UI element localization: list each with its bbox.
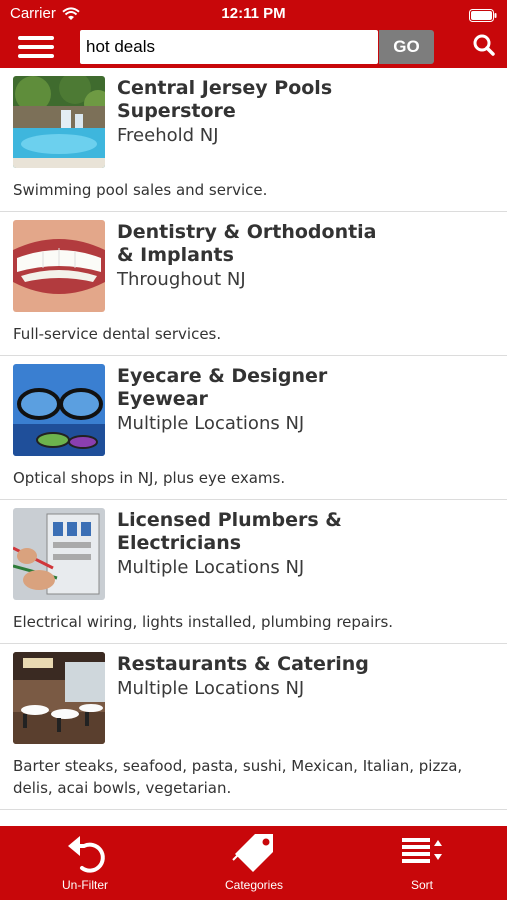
listing-location: Multiple Locations NJ — [117, 557, 305, 578]
listing-title[interactable]: Central Jersey Pools Superstore — [117, 77, 377, 123]
listing-thumbnail-smile — [13, 220, 105, 312]
search-input[interactable] — [86, 30, 372, 64]
status-time: 12:11 PM — [221, 5, 286, 22]
listing-description: Barter steaks, seafood, pasta, sushi, Me… — [13, 757, 463, 797]
listing-thumbnail-pool — [13, 76, 105, 168]
tab-categories[interactable]: Categories — [194, 826, 314, 900]
listing-location: Multiple Locations NJ — [117, 678, 305, 699]
listing-location: Throughout NJ — [117, 269, 246, 290]
menu-icon[interactable] — [18, 36, 54, 60]
nav-bar: GO — [0, 28, 507, 68]
list-item[interactable]: Central Jersey Pools Superstore Freehold… — [0, 68, 507, 212]
battery-icon — [469, 7, 497, 26]
list-item[interactable]: Restaurants & Catering Multiple Location… — [0, 644, 507, 810]
listing-thumbnail-restaurant — [13, 652, 105, 744]
list-item[interactable]: Dentistry & Orthodontia & Implants Throu… — [0, 212, 507, 356]
listing-description: Electrical wiring, lights installed, plu… — [13, 613, 394, 631]
list-item[interactable]: Licensed Plumbers & Electricians Multipl… — [0, 500, 507, 644]
tab-unfilter-label: Un-Filter — [61, 878, 108, 892]
go-button[interactable]: GO — [379, 30, 434, 64]
listing-thumbnail-electrician — [13, 508, 105, 600]
listing-location: Freehold NJ — [117, 125, 219, 146]
search-box — [80, 30, 378, 64]
tab-sort[interactable]: Sort — [362, 826, 482, 900]
tab-categories-label: Categories — [224, 878, 284, 892]
search-icon[interactable] — [472, 33, 496, 61]
tab-unfilter[interactable]: Un-Filter — [25, 826, 145, 900]
tab-sort-label: Sort — [410, 878, 433, 892]
listing-title[interactable]: Eyecare & Designer Eyewear — [117, 365, 377, 411]
listing-title[interactable]: Restaurants & Catering — [117, 653, 487, 676]
tab-bar: Un-Filter Categories Sort — [0, 826, 507, 900]
listing-description: Optical shops in NJ, plus eye exams. — [13, 469, 286, 487]
listing-title[interactable]: Licensed Plumbers & Electricians — [117, 509, 377, 555]
listing-description: Swimming pool sales and service. — [13, 181, 268, 199]
listing-thumbnail-glasses — [13, 364, 105, 456]
listing-location: Multiple Locations NJ — [117, 413, 305, 434]
listing-title[interactable]: Dentistry & Orthodontia & Implants — [117, 221, 377, 267]
status-bar: Carrier 12:11 PM — [0, 0, 507, 28]
list-item[interactable]: Eyecare & Designer Eyewear Multiple Loca… — [0, 356, 507, 500]
listing-description: Full-service dental services. — [13, 325, 222, 343]
